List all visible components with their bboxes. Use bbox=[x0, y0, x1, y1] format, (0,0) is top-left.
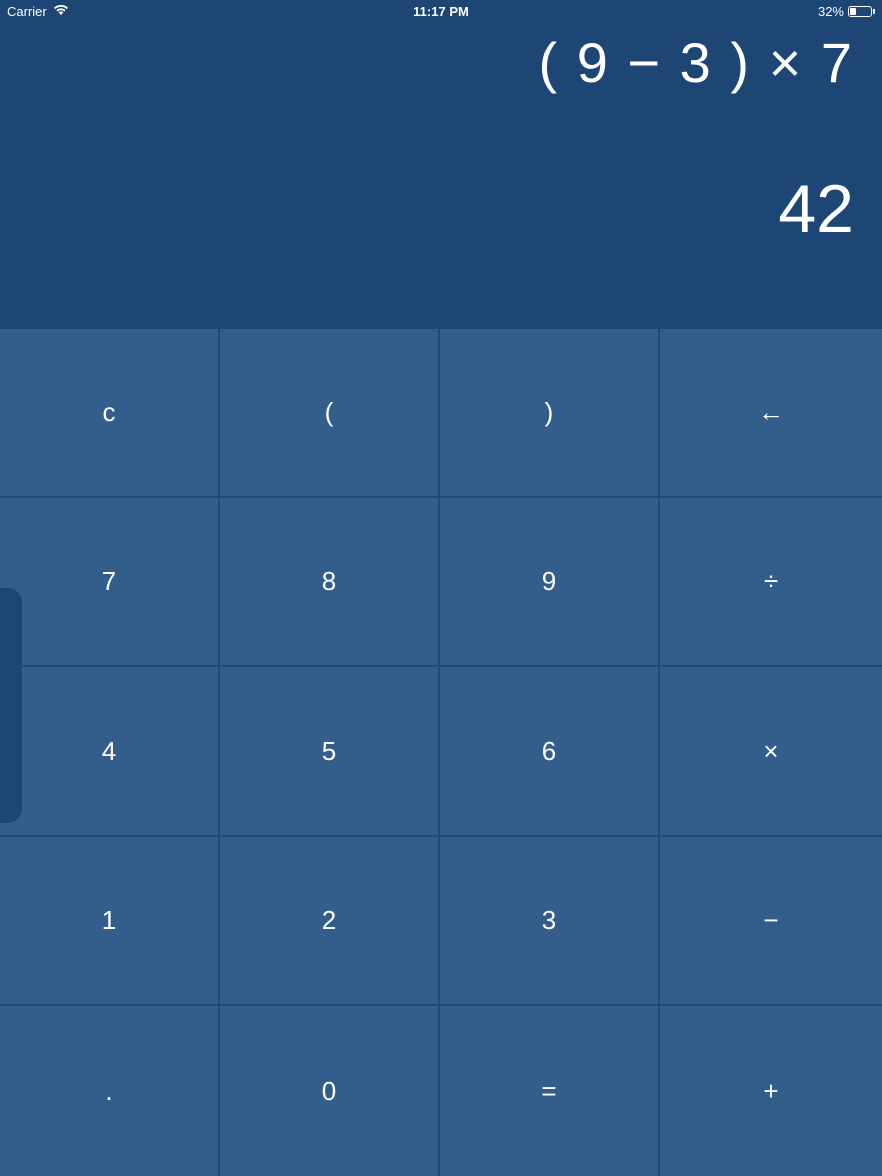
key-label: ← bbox=[758, 397, 784, 427]
key-label: 1 bbox=[101, 905, 117, 935]
key-label: ( bbox=[324, 397, 334, 427]
add-button[interactable]: + bbox=[660, 1006, 882, 1176]
open-paren-button[interactable]: ( bbox=[220, 329, 440, 498]
digit-6-button[interactable]: 6 bbox=[440, 667, 660, 837]
key-label: = bbox=[541, 1075, 557, 1106]
side-panel-handle[interactable] bbox=[0, 588, 22, 823]
key-label: c bbox=[102, 397, 116, 427]
result-display: 42 bbox=[778, 171, 854, 247]
status-right: 32% bbox=[818, 4, 875, 19]
key-label: + bbox=[763, 1075, 779, 1106]
divide-button[interactable]: ÷ bbox=[660, 498, 882, 667]
multiply-button[interactable]: × bbox=[660, 667, 882, 837]
key-label: 0 bbox=[321, 1075, 337, 1106]
digit-8-button[interactable]: 8 bbox=[220, 498, 440, 667]
key-label: 9 bbox=[541, 566, 557, 596]
digit-7-button[interactable]: 7 bbox=[0, 498, 220, 667]
key-label: ) bbox=[544, 397, 554, 427]
decimal-button[interactable]: . bbox=[0, 1006, 220, 1176]
key-label: 7 bbox=[101, 566, 117, 596]
battery-icon bbox=[848, 6, 872, 17]
digit-9-button[interactable]: 9 bbox=[440, 498, 660, 667]
backspace-button[interactable]: ← bbox=[660, 329, 882, 498]
clear-button[interactable]: c bbox=[0, 329, 220, 498]
key-label: − bbox=[763, 905, 779, 935]
battery-percent: 32% bbox=[817, 4, 844, 19]
status-time: 11:17 PM bbox=[413, 4, 469, 19]
subtract-button[interactable]: − bbox=[660, 837, 882, 1006]
display-panel: ( 9 − 3 ) × 7 42 bbox=[0, 0, 882, 329]
key-label: . bbox=[105, 1075, 113, 1106]
key-label: 8 bbox=[321, 566, 337, 596]
key-label: 3 bbox=[541, 905, 557, 935]
digit-2-button[interactable]: 2 bbox=[220, 837, 440, 1006]
digit-1-button[interactable]: 1 bbox=[0, 837, 220, 1006]
digit-5-button[interactable]: 5 bbox=[220, 667, 440, 837]
digit-3-button[interactable]: 3 bbox=[440, 837, 660, 1006]
digit-4-button[interactable]: 4 bbox=[0, 667, 220, 837]
battery-fill bbox=[850, 8, 856, 15]
expression-display: ( 9 − 3 ) × 7 bbox=[538, 31, 854, 94]
key-label: 2 bbox=[321, 905, 337, 935]
battery-cap bbox=[873, 9, 875, 14]
key-label: 6 bbox=[541, 735, 557, 766]
status-bar: Carrier 11:17 PM 32% bbox=[0, 0, 882, 24]
key-label: 4 bbox=[101, 735, 117, 766]
close-paren-button[interactable]: ) bbox=[440, 329, 660, 498]
key-label: 5 bbox=[321, 735, 337, 766]
keypad: c () ← 7 8 9 ÷ 4 5 6 × 1 2 3 −. 0 = + bbox=[0, 329, 882, 1176]
digit-0-button[interactable]: 0 bbox=[220, 1006, 440, 1176]
key-label: × bbox=[763, 735, 779, 766]
key-label: ÷ bbox=[763, 566, 779, 596]
equals-button[interactable]: = bbox=[440, 1006, 660, 1176]
calculator-screen: ( 9 − 3 ) × 7 42 Carrier 11:17 PM 32% c(… bbox=[0, 0, 882, 1176]
